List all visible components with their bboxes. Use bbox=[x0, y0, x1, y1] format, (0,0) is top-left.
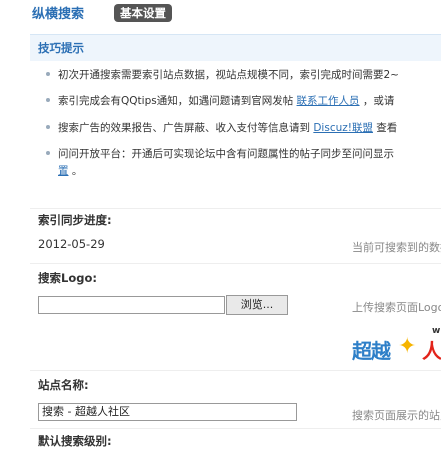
bullet-icon bbox=[46, 98, 50, 102]
contact-staff-link[interactable]: 联系工作人员 bbox=[297, 95, 360, 107]
tips-header: 技巧提示 bbox=[30, 34, 441, 61]
index-progress-label: 索引同步进度: bbox=[38, 213, 112, 227]
tab-basic-settings[interactable]: 基本设置 bbox=[114, 4, 172, 22]
bullet-icon bbox=[46, 151, 50, 155]
logo-text: 超越 bbox=[352, 339, 391, 362]
tip-text: 初次开通搜索需要索引站点数据，视站点规模不同，索引完成时间需要2~ bbox=[58, 69, 399, 81]
search-logo-hint: 上传搜索页面Logo bbox=[352, 301, 441, 314]
logo-text-suffix: 人 bbox=[422, 339, 441, 362]
tips-list: 初次开通搜索需要索引站点数据，视站点规模不同，索引完成时间需要2~ 索引完成会有… bbox=[30, 64, 441, 180]
index-progress-value: 2012-05-29 bbox=[38, 237, 105, 251]
site-name-label: 站点名称: bbox=[38, 378, 89, 392]
tip-item: 索引完成会有QQtips通知，如遇问题请到官网发帖 联系工作人员 ，或请 bbox=[30, 93, 441, 110]
site-name-input[interactable]: 搜索 - 超越人社区 bbox=[38, 403, 297, 421]
tips-title: 技巧提示 bbox=[38, 41, 84, 55]
tip-item: 问问开放平台：开通后可实现论坛中含有问题属性的帖子同步至问问显示 置 。 bbox=[30, 146, 441, 180]
tip-item: 搜索广告的效果报告、广告屏蔽、收入支付等信息请到 Discuz!联盟 查看 bbox=[30, 120, 441, 137]
tip-item: 初次开通搜索需要索引站点数据，视站点规模不同，索引完成时间需要2~ bbox=[30, 67, 441, 84]
brand-title[interactable]: 纵横搜索 bbox=[32, 3, 84, 22]
tip-text: 。 bbox=[68, 165, 83, 177]
tip-text: 索引完成会有QQtips通知，如遇问题请到官网发帖 bbox=[58, 95, 297, 107]
bullet-icon bbox=[46, 125, 50, 129]
divider bbox=[30, 263, 441, 264]
logo-file-input[interactable] bbox=[38, 296, 225, 314]
site-name-hint: 搜索页面展示的站点名 bbox=[352, 409, 441, 422]
divider bbox=[30, 428, 441, 429]
index-progress-hint: 当前可搜索到的数据 bbox=[352, 241, 441, 254]
default-search-label: 默认搜索级别: bbox=[38, 434, 112, 448]
search-logo-label: 搜索Logo: bbox=[38, 271, 97, 285]
wenwen-settings-link[interactable]: 置 bbox=[58, 165, 69, 177]
bullet-icon bbox=[46, 72, 50, 76]
tip-text: 查看 bbox=[372, 122, 398, 134]
star-icon: ✦ bbox=[398, 334, 417, 359]
divider bbox=[30, 370, 441, 371]
tip-text: ，或请 bbox=[359, 95, 395, 107]
tip-text: 搜索广告的效果报告、广告屏蔽、收入支付等信息请到 bbox=[58, 122, 314, 134]
page-header: 纵横搜索 基本设置 bbox=[0, 0, 441, 28]
discuz-union-link[interactable]: Discuz!联盟 bbox=[313, 122, 373, 134]
divider bbox=[30, 208, 441, 209]
site-logo-preview: w 超越 ✦ 人 bbox=[352, 326, 441, 362]
tip-text: 问问开放平台：开通后可实现论坛中含有问题属性的帖子同步至问问显示 bbox=[58, 148, 394, 160]
browse-button[interactable]: 浏览... bbox=[226, 295, 288, 315]
